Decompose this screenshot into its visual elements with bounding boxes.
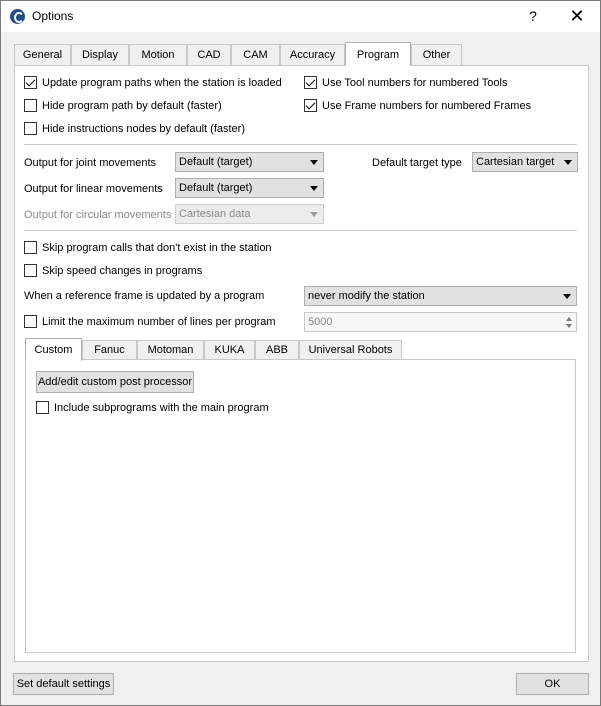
title-bar: Options ? ✕ — [1, 1, 600, 32]
joint-output-label: Output for joint movements — [24, 157, 157, 169]
joint-output-value: Default (target) — [179, 156, 253, 168]
target-type-label: Default target type — [372, 157, 462, 169]
linear-output-label: Output for linear movements — [24, 183, 163, 195]
include-subprograms-checkbox[interactable]: Include subprograms with the main progra… — [36, 401, 269, 414]
checkbox-unchecked-icon — [24, 264, 37, 277]
separator — [24, 230, 577, 231]
ref-frame-dropdown[interactable]: never modify the station — [304, 286, 577, 306]
subtab-custom[interactable]: Custom — [25, 338, 82, 361]
options-tabs: General Display Motion CAD CAM Accuracy … — [14, 42, 589, 66]
tab-cad[interactable]: CAD — [187, 44, 231, 65]
post-processor-tabs: Custom Fanuc Motoman KUKA ABB Universal … — [25, 338, 578, 361]
tab-program[interactable]: Program — [345, 42, 411, 66]
skip-calls-checkbox[interactable]: Skip program calls that don't exist in t… — [24, 241, 272, 254]
checkbox-checked-icon — [304, 76, 317, 89]
options-dialog: Options ? ✕ General Display Motion CAD C… — [0, 0, 601, 706]
app-logo-icon — [10, 9, 25, 24]
tab-other[interactable]: Other — [411, 44, 462, 65]
hide-path-label: Hide program path by default (faster) — [42, 99, 222, 112]
linear-output-dropdown[interactable]: Default (target) — [175, 178, 324, 198]
subtab-universal-robots[interactable]: Universal Robots — [299, 340, 402, 360]
checkbox-unchecked-icon — [24, 241, 37, 254]
subtab-fanuc[interactable]: Fanuc — [82, 340, 137, 360]
frame-numbers-label: Use Frame numbers for numbered Frames — [322, 99, 532, 112]
hide-instructions-label: Hide instructions nodes by default (fast… — [42, 122, 245, 135]
chevron-down-icon — [310, 160, 318, 165]
checkbox-unchecked-icon — [24, 122, 37, 135]
chevron-down-icon — [310, 212, 318, 217]
window-title: Options — [32, 9, 74, 23]
checkbox-unchecked-icon — [24, 99, 37, 112]
tool-numbers-label: Use Tool numbers for numbered Tools — [322, 76, 508, 89]
frame-numbers-checkbox[interactable]: Use Frame numbers for numbered Frames — [304, 99, 531, 112]
set-default-settings-button[interactable]: Set default settings — [13, 673, 114, 695]
checkbox-unchecked-icon — [36, 401, 49, 414]
limit-lines-value: 5000 — [308, 316, 333, 328]
circular-output-label: Output for circular movements — [24, 209, 172, 221]
limit-lines-label: Limit the maximum number of lines per pr… — [42, 315, 276, 328]
tab-accuracy[interactable]: Accuracy — [280, 44, 345, 65]
tool-numbers-checkbox[interactable]: Use Tool numbers for numbered Tools — [304, 76, 507, 89]
subtab-kuka[interactable]: KUKA — [204, 340, 255, 360]
help-button[interactable]: ? — [521, 5, 545, 27]
tab-cam[interactable]: CAM — [231, 44, 280, 65]
skip-speed-checkbox[interactable]: Skip speed changes in programs — [24, 264, 202, 277]
tab-display[interactable]: Display — [71, 44, 129, 65]
tab-motion[interactable]: Motion — [129, 44, 187, 65]
close-button[interactable]: ✕ — [563, 5, 591, 27]
separator — [24, 144, 577, 145]
spin-down-icon — [566, 324, 572, 328]
target-type-dropdown[interactable]: Cartesian target — [472, 152, 578, 172]
add-edit-post-processor-button[interactable]: Add/edit custom post processor — [36, 371, 194, 393]
limit-lines-checkbox[interactable]: Limit the maximum number of lines per pr… — [24, 315, 276, 328]
custom-subtab-page: Add/edit custom post processor Include s… — [25, 359, 576, 653]
ref-frame-value: never modify the station — [308, 290, 425, 302]
ok-button[interactable]: OK — [516, 673, 589, 695]
spin-up-icon — [566, 317, 572, 321]
skip-calls-label: Skip program calls that don't exist in t… — [42, 241, 272, 254]
include-subprograms-label: Include subprograms with the main progra… — [54, 401, 269, 414]
circular-output-dropdown: Cartesian data — [175, 204, 324, 224]
circular-output-value: Cartesian data — [179, 208, 251, 220]
checkbox-checked-icon — [24, 76, 37, 89]
hide-instructions-checkbox[interactable]: Hide instructions nodes by default (fast… — [24, 122, 245, 135]
chevron-down-icon — [563, 294, 571, 299]
linear-output-value: Default (target) — [179, 182, 253, 194]
update-paths-label: Update program paths when the station is… — [42, 76, 282, 89]
ref-frame-label: When a reference frame is updated by a p… — [24, 290, 265, 302]
limit-lines-spinbox: 5000 — [304, 312, 577, 332]
subtab-motoman[interactable]: Motoman — [137, 340, 204, 360]
target-type-value: Cartesian target — [476, 156, 555, 168]
checkbox-unchecked-icon — [24, 315, 37, 328]
chevron-down-icon — [310, 186, 318, 191]
tab-general[interactable]: General — [14, 44, 71, 65]
chevron-down-icon — [564, 160, 572, 165]
joint-output-dropdown[interactable]: Default (target) — [175, 152, 324, 172]
subtab-abb[interactable]: ABB — [255, 340, 299, 360]
skip-speed-label: Skip speed changes in programs — [42, 264, 203, 277]
checkbox-checked-icon — [304, 99, 317, 112]
program-tab-page: Update program paths when the station is… — [14, 65, 589, 662]
hide-path-checkbox[interactable]: Hide program path by default (faster) — [24, 99, 222, 112]
update-paths-checkbox[interactable]: Update program paths when the station is… — [24, 76, 282, 89]
